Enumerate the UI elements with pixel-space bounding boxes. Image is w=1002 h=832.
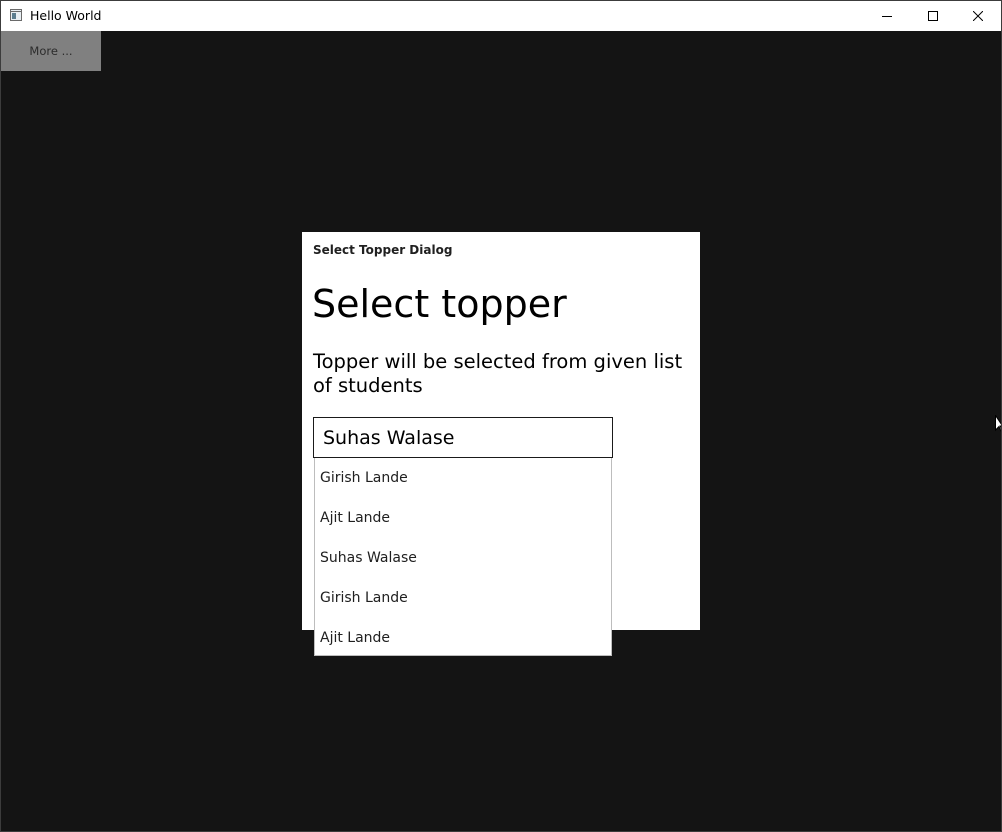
maximize-button[interactable] [910,1,956,31]
dropdown-option[interactable]: Ajit Lande [320,618,610,658]
window-title: Hello World [30,8,102,23]
dropdown-option[interactable]: Suhas Walase [320,538,610,578]
dialog-description: Topper will be selected from given list … [313,350,683,397]
close-icon [973,11,983,21]
student-combobox[interactable]: Suhas Walase [313,417,613,458]
maximize-icon [928,11,938,21]
dropdown-option[interactable]: Girish Lande [320,458,610,498]
minimize-button[interactable] [864,1,910,31]
more-button[interactable]: More ... [1,31,101,71]
dialog-title: Select Topper Dialog [313,243,453,257]
mouse-cursor-icon [995,415,1001,433]
minimize-icon [882,16,892,17]
dropdown-option[interactable]: Ajit Lande [320,498,610,538]
combobox-selected-value: Suhas Walase [323,427,455,449]
title-bar[interactable]: Hello World [1,1,1001,31]
combobox-dropdown-list[interactable]: Girish Lande Ajit Lande Suhas Walase Gir… [314,458,612,656]
close-button[interactable] [955,1,1001,31]
dropdown-option[interactable]: Girish Lande [320,578,610,618]
app-window: Hello World More ... Select Topper Dialo… [0,0,1002,832]
app-icon [10,9,22,21]
dialog-heading: Select topper [312,282,567,326]
